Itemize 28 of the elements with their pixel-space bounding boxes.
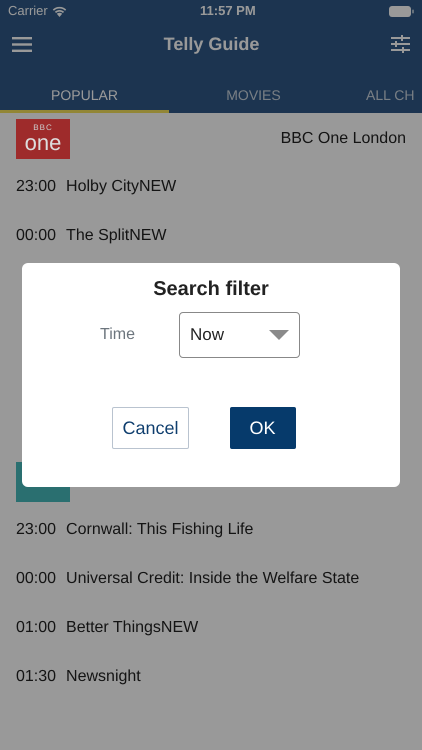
programme-time: 23:00: [16, 520, 56, 540]
programme-title: Cornwall: This Fishing Life: [66, 520, 254, 540]
ok-button[interactable]: OK: [230, 407, 296, 449]
time-dropdown[interactable]: Now: [178, 312, 300, 358]
menu-icon[interactable]: [12, 36, 32, 52]
tab[interactable]: POPULAR: [0, 66, 169, 113]
dialog-title: Search filter: [153, 277, 269, 302]
status-time: 11:57 PM: [200, 2, 256, 20]
programme-title: Newsnight: [66, 666, 141, 686]
channel-name: BBC One London: [280, 129, 406, 149]
carrier-label: Carrier: [8, 2, 48, 20]
app-title: Telly Guide: [164, 32, 260, 56]
programme-title: Better ThingsNEW: [66, 618, 198, 638]
battery-icon: [388, 6, 414, 16]
wifi-icon: [52, 6, 67, 16]
programme-time: 01:30: [16, 666, 56, 686]
field-label: Time: [100, 325, 135, 345]
dropdown-caret-icon: [268, 330, 289, 340]
programme-time: 23:00: [16, 176, 56, 196]
programme-time: 00:00: [16, 568, 56, 588]
filter-icon[interactable]: [391, 35, 410, 53]
programme-title: Universal Credit: Inside the Welfare State: [66, 568, 360, 588]
cancel-button[interactable]: Cancel: [112, 407, 189, 449]
programme-title: Holby CityNEW: [66, 176, 176, 196]
programme-time: 01:00: [16, 618, 56, 638]
programme-time: 00:00: [16, 226, 56, 246]
programme-title: The SplitNEW: [66, 226, 167, 246]
channel-logo: BBC one: [16, 119, 70, 159]
